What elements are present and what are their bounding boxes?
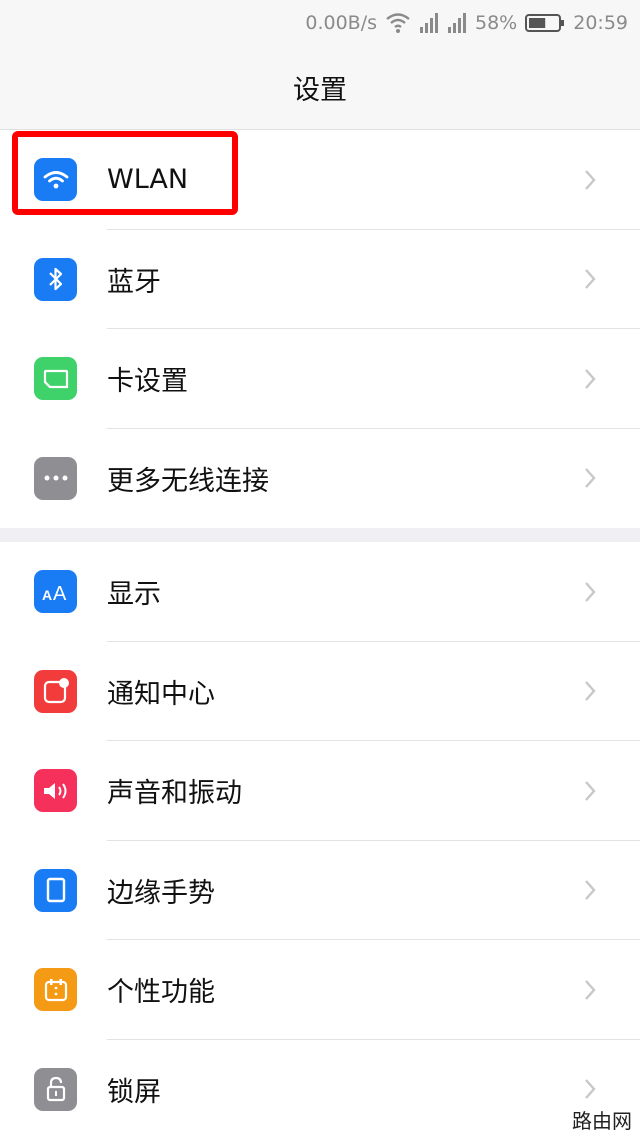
chevron-right-icon (584, 268, 596, 290)
wifi-signal-icon (385, 12, 411, 34)
clock-time: 20:59 (573, 12, 628, 34)
page-title: 设置 (293, 68, 347, 107)
settings-item-label: 边缘手势 (107, 871, 215, 910)
lock-icon (34, 1068, 77, 1111)
settings-item-personal-features[interactable]: 个性功能 (0, 940, 640, 1040)
sim-card-icon (34, 357, 77, 400)
network-speed: 0.00B/s (305, 12, 377, 34)
settings-item-lock-screen[interactable]: 锁屏 (0, 1040, 640, 1139)
chevron-right-icon (584, 1078, 596, 1100)
display-aa-icon: A A (34, 570, 77, 613)
settings-item-label: 卡设置 (107, 359, 188, 398)
svg-text:A: A (53, 583, 67, 603)
chevron-right-icon (584, 780, 596, 802)
battery-percent: 58% (475, 12, 517, 34)
status-bar: 0.00B/s 58% 20:59 (0, 0, 640, 46)
section-separator (0, 528, 640, 542)
settings-item-label: 显示 (107, 572, 161, 611)
edge-gesture-icon (34, 869, 77, 912)
chevron-right-icon (584, 879, 596, 901)
bluetooth-icon (34, 258, 77, 301)
settings-item-label: 个性功能 (107, 970, 215, 1009)
battery-icon (525, 13, 565, 33)
cellular-signal-2-icon (447, 12, 467, 34)
settings-item-label: 通知中心 (107, 672, 215, 711)
chevron-right-icon (584, 979, 596, 1001)
settings-item-notifications[interactable]: 通知中心 (0, 642, 640, 742)
more-dots-icon (34, 457, 77, 500)
cellular-signal-icon (419, 12, 439, 34)
wifi-icon (34, 158, 77, 201)
settings-item-label: WLAN (107, 164, 188, 195)
settings-item-sim-card[interactable]: 卡设置 (0, 329, 640, 429)
settings-group-device: A A 显示 通知中心 声音和振动 (0, 542, 640, 1139)
settings-item-bluetooth[interactable]: 蓝牙 (0, 230, 640, 330)
chevron-right-icon (584, 368, 596, 390)
chevron-right-icon (584, 467, 596, 489)
features-icon (34, 968, 77, 1011)
settings-item-edge-gestures[interactable]: 边缘手势 (0, 841, 640, 941)
settings-item-label: 声音和振动 (107, 771, 242, 810)
chevron-right-icon (584, 680, 596, 702)
notification-icon (34, 670, 77, 713)
chevron-right-icon (584, 581, 596, 603)
watermark-text: 路由网 (570, 1105, 634, 1134)
chevron-right-icon (584, 169, 596, 191)
settings-item-label: 更多无线连接 (107, 459, 269, 498)
settings-item-display[interactable]: A A 显示 (0, 542, 640, 642)
settings-item-label: 蓝牙 (107, 260, 161, 299)
navigation-bar: 设置 (0, 46, 640, 130)
settings-item-wlan[interactable]: WLAN (0, 130, 640, 230)
settings-item-label: 锁屏 (107, 1070, 161, 1109)
sound-icon (34, 769, 77, 812)
settings-group-connections: WLAN 蓝牙 卡设置 更多无线连接 (0, 130, 640, 528)
svg-text:A: A (42, 587, 52, 603)
settings-item-sound-vibration[interactable]: 声音和振动 (0, 741, 640, 841)
settings-item-more-wireless[interactable]: 更多无线连接 (0, 429, 640, 529)
